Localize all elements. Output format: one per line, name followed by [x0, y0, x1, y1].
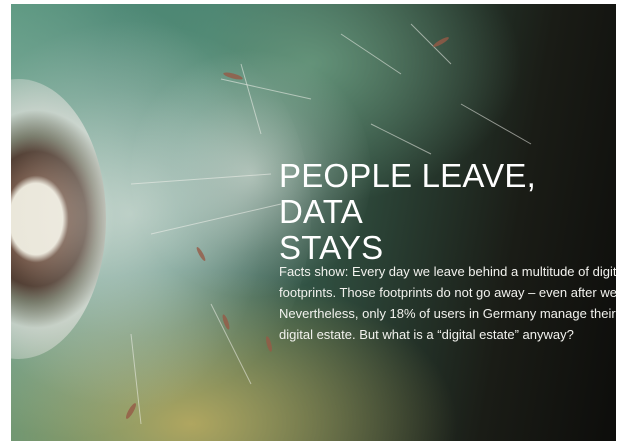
paragraph-line: Nevertheless, only 18% of users in Germa… [279, 306, 616, 321]
paragraph-line: Facts show: Every day we leave behind a … [279, 264, 616, 279]
paragraph-line: footprints. Those footprints do not go a… [279, 285, 616, 300]
paragraph-line: digital estate. But what is a “digital e… [279, 327, 574, 342]
hero-banner: PEOPLE LEAVE, DATA STAYS Facts show: Eve… [11, 4, 616, 441]
intro-paragraph: Facts show: Every day we leave behind a … [279, 261, 616, 345]
headline-line: PEOPLE LEAVE, DATA [279, 157, 536, 230]
page-title: PEOPLE LEAVE, DATA STAYS [279, 158, 614, 266]
